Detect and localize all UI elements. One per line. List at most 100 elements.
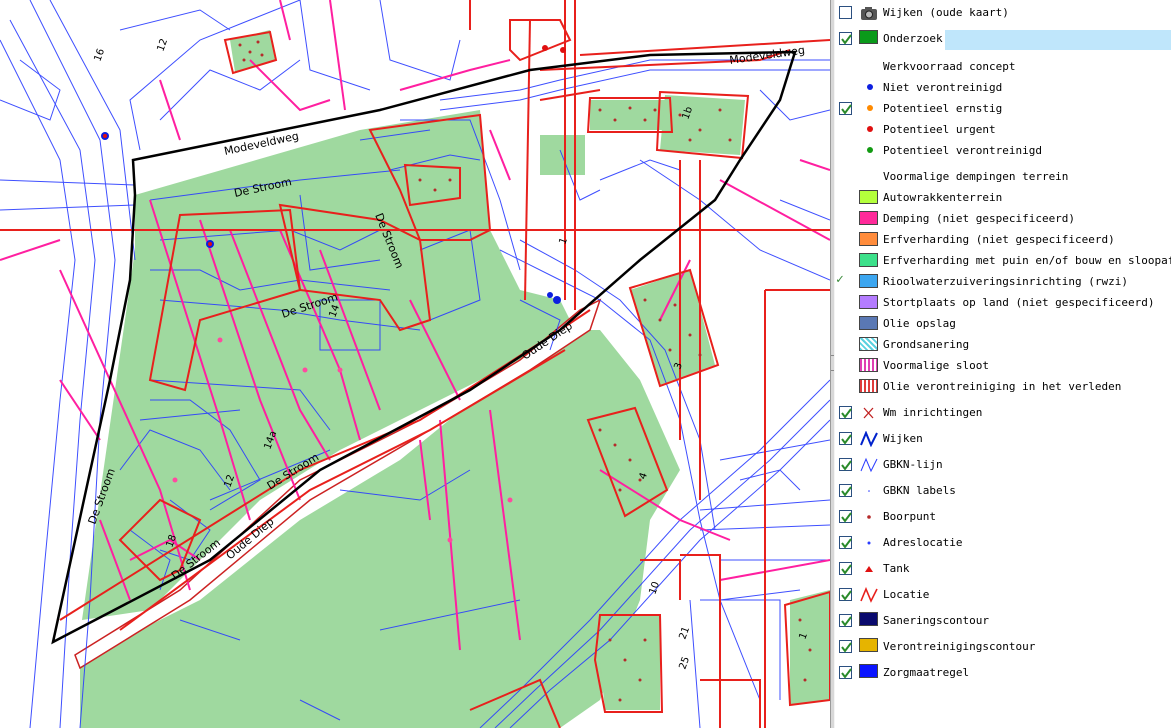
layer-checkbox[interactable] <box>839 432 852 445</box>
layer-label: Adreslocatie <box>883 536 963 549</box>
layer-row-onderzoek[interactable]: Onderzoek <box>835 28 1171 50</box>
layer-label: Wm inrichtingen <box>883 406 983 419</box>
color-swatch <box>859 190 878 204</box>
legend-item-voormalige-sloot: Voormalige sloot <box>835 356 1171 376</box>
legend-item-label: Demping (niet gespecificeerd) <box>883 212 1076 225</box>
legend-item-label: Potentieel ernstig <box>883 102 1003 115</box>
legend-item-autowrakkenterrein: Autowrakkenterrein <box>835 188 1171 208</box>
layer-label: Verontreinigingscontour <box>883 640 1036 653</box>
line-blue-icon <box>859 430 879 448</box>
legend-panel: Wijken (oude kaart) Onderzoek Werkvoorra… <box>835 0 1171 728</box>
color-swatch <box>859 274 878 288</box>
layer-checkbox[interactable] <box>839 32 852 45</box>
adres-icon <box>859 535 879 551</box>
layer-checkbox[interactable] <box>839 458 852 471</box>
map-view[interactable]: Modeveldweg Modeveldweg De Stroom De Str… <box>0 0 830 728</box>
selection-highlight <box>945 30 1171 50</box>
layer-row-boorpunt[interactable]: Boorpunt <box>835 506 1171 528</box>
legend-item-label: Niet verontreinigd <box>883 81 1003 94</box>
layer-checkbox[interactable] <box>839 614 852 627</box>
house-number: 12 <box>155 37 170 53</box>
dot-icon <box>867 84 873 90</box>
house-number: 25 <box>677 655 692 671</box>
legend-item-label: Rioolwaterzuiveringsinrichting (rwzi) <box>883 275 1129 288</box>
color-swatch <box>859 337 878 351</box>
dot-icon <box>867 126 873 132</box>
legend-item-stortplaats: Stortplaats op land (niet gespecificeerd… <box>835 293 1171 313</box>
layer-row-wm-inrichtingen[interactable]: Wm inrichtingen <box>835 402 1171 424</box>
color-swatch <box>859 253 878 267</box>
layer-label: Wijken <box>883 432 923 445</box>
legend-item-rwzi: Rioolwaterzuiveringsinrichting (rwzi) <box>835 272 1171 292</box>
color-swatch <box>859 316 878 330</box>
navy-swatch <box>859 612 878 626</box>
legend-item-label: Stortplaats op land (niet gespecificeerd… <box>883 296 1155 309</box>
layer-checkbox[interactable] <box>839 588 852 601</box>
layer-label: Saneringscontour <box>883 614 989 627</box>
line-blue-thin-icon <box>859 457 879 473</box>
legend-item-label: Erfverharding (niet gespecificeerd) <box>883 233 1115 246</box>
legend-item-olie-opslag: Olie opslag <box>835 314 1171 334</box>
legend-item-label: Potentieel verontreinigd <box>883 144 1042 157</box>
layer-checkbox[interactable] <box>839 536 852 549</box>
legend-item-label: Autowrakkenterrein <box>883 191 1003 204</box>
legend-item-label: Olie verontreiniging in het verleden <box>883 380 1122 393</box>
gold-swatch <box>859 638 878 652</box>
layer-label: Wijken (oude kaart) <box>883 6 1009 19</box>
onderzoek-swatch <box>859 30 878 44</box>
map-canvas[interactable]: Modeveldweg Modeveldweg De Stroom De Str… <box>0 0 830 728</box>
layer-checkbox[interactable] <box>839 666 852 679</box>
blue-swatch <box>859 664 878 678</box>
layer-row-tank[interactable]: Tank <box>835 558 1171 580</box>
layer-row-verontreinigingscontour[interactable]: Verontreinigingscontour <box>835 636 1171 658</box>
werkvoorraad-header: Werkvoorraad concept <box>883 60 1016 73</box>
house-number: 21 <box>677 625 692 641</box>
legend-item-label: Erfverharding met puin en/of bouw en slo… <box>883 254 1171 267</box>
layer-label: GBKN-lijn <box>883 458 943 471</box>
street-label-modeveldweg-top: Modeveldweg <box>729 44 806 67</box>
legend-item-label: Grondsanering <box>883 338 970 351</box>
layer-label: Zorgmaatregel <box>883 666 970 679</box>
layer-row-saneringscontour[interactable]: Saneringscontour <box>835 610 1171 632</box>
dot-icon <box>867 147 873 153</box>
legend-item-label: Voormalige sloot <box>883 359 989 372</box>
layer-label: Tank <box>883 562 910 575</box>
color-swatch <box>859 232 878 246</box>
color-swatch <box>859 358 878 372</box>
house-number: 1 <box>557 236 570 246</box>
legend-item-erfverharding-puin: Erfverharding met puin en/of bouw en slo… <box>835 251 1171 271</box>
layer-checkbox[interactable] <box>839 6 852 19</box>
layer-checkbox[interactable] <box>839 562 852 575</box>
legend-item-potentieel-verontreinigd: Potentieel verontreinigd <box>835 141 1171 161</box>
layer-checkbox[interactable] <box>839 406 852 419</box>
legend-item-grondsanering: Grondsanering <box>835 335 1171 355</box>
x-icon <box>859 405 879 421</box>
dot-small-icon <box>859 483 879 499</box>
layer-row-wijken-oude-kaart[interactable]: Wijken (oude kaart) <box>835 2 1171 24</box>
layer-checkbox[interactable] <box>839 484 852 497</box>
tank-icon <box>859 561 879 577</box>
camera-icon <box>859 5 879 21</box>
legend-item-demping: Demping (niet gespecificeerd) <box>835 209 1171 229</box>
legend-item-potentieel-ernstig: Potentieel ernstig <box>835 99 1171 119</box>
line-red-icon <box>859 586 879 603</box>
layer-label: Onderzoek <box>883 32 943 45</box>
boorpunt-icon <box>859 509 879 525</box>
layer-row-gbkn-labels[interactable]: GBKN labels <box>835 480 1171 502</box>
layer-row-wijken[interactable]: Wijken <box>835 428 1171 450</box>
color-swatch <box>859 211 878 225</box>
layer-label: Boorpunt <box>883 510 936 523</box>
legend-item-erfverharding: Erfverharding (niet gespecificeerd) <box>835 230 1171 250</box>
layer-row-locatie[interactable]: Locatie <box>835 584 1171 606</box>
layer-row-zorgmaatregel[interactable]: Zorgmaatregel <box>835 662 1171 684</box>
dempingen-header: Voormalige dempingen terrein <box>883 170 1069 183</box>
splitter-grip[interactable] <box>831 355 834 371</box>
legend-item-potentieel-urgent: Potentieel urgent <box>835 120 1171 140</box>
layer-row-gbkn-lijn[interactable]: GBKN-lijn <box>835 454 1171 476</box>
layer-checkbox[interactable] <box>839 510 852 523</box>
house-number: 16 <box>92 47 107 63</box>
legend-item-olie-verontreiniging: Olie verontreiniging in het verleden <box>835 377 1171 397</box>
layer-row-adreslocatie[interactable]: Adreslocatie <box>835 532 1171 554</box>
legend-item-niet-verontreinigd: Niet verontreinigd <box>835 78 1171 98</box>
layer-checkbox[interactable] <box>839 640 852 653</box>
